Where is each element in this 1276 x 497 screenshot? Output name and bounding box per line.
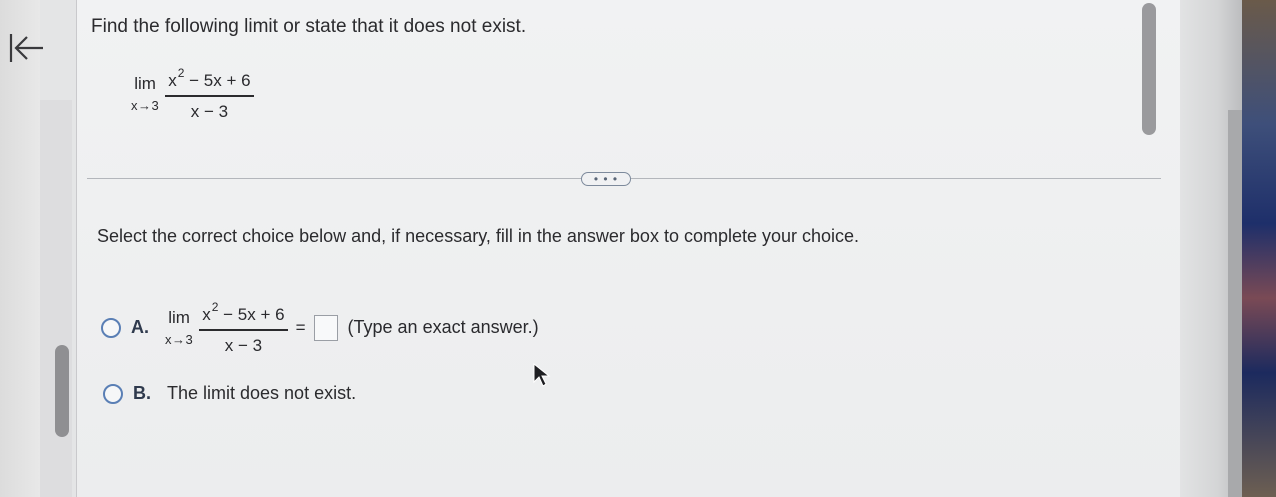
- choice-b-letter: B.: [133, 383, 151, 403]
- question-prompt: Find the following limit or state that i…: [91, 16, 527, 37]
- choice-a[interactable]: A. lim x→3 x2 − 5x + 6 x − 3 = (Type an …: [101, 300, 539, 356]
- back-button[interactable]: [6, 28, 48, 68]
- fraction-numerator: x2 − 5x + 6: [168, 66, 251, 90]
- question-panel: Find the following limit or state that i…: [76, 0, 1180, 497]
- choice-b[interactable]: B. The limit does not exist.: [103, 383, 356, 404]
- left-scrollbar-track: [40, 100, 72, 497]
- expand-more-button[interactable]: • • •: [581, 172, 631, 186]
- right-scrollbar-thumb[interactable]: [1142, 3, 1156, 135]
- choice-a-letter: A.: [131, 317, 149, 338]
- limit-operator: lim x→3: [131, 74, 160, 114]
- equals-sign: =: [295, 317, 306, 337]
- choice-a-numerator: x2 − 5x + 6: [202, 300, 285, 324]
- choice-b-text: The limit does not exist.: [167, 383, 357, 403]
- instruction-text: Select the correct choice below and, if …: [97, 226, 860, 246]
- limit-expression: lim x→3 x2 − 5x + 6 x − 3: [131, 66, 254, 122]
- choice-a-denominator: x − 3: [224, 335, 263, 355]
- answer-hint: (Type an exact answer.): [347, 317, 539, 338]
- left-scrollbar-thumb[interactable]: [55, 345, 69, 437]
- radio-choice-b[interactable]: [103, 383, 123, 404]
- right-edge-scrollbar[interactable]: [1228, 110, 1242, 497]
- radio-choice-a[interactable]: [101, 317, 121, 338]
- answer-input-box[interactable]: [313, 314, 338, 341]
- choice-a-limit-operator: lim x→3: [165, 308, 194, 348]
- background-photo-edge: [1242, 0, 1276, 497]
- limit-fraction: x2 − 5x + 6 x − 3: [165, 66, 254, 122]
- fraction-denominator: x − 3: [190, 101, 229, 121]
- arrow-left-bar-icon: [9, 34, 43, 62]
- left-rail: [0, 0, 40, 497]
- choice-a-fraction: x2 − 5x + 6 x − 3: [199, 300, 288, 356]
